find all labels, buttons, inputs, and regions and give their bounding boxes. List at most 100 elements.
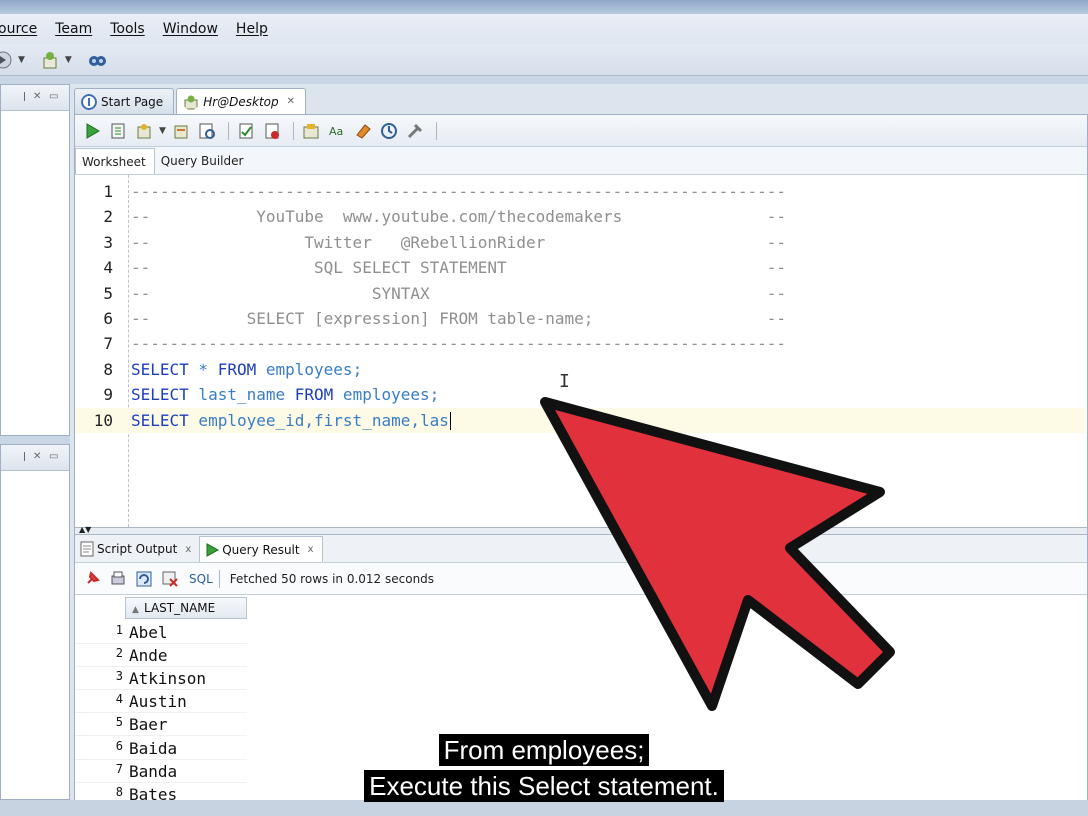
fetch-status: Fetched 50 rows in 0.012 seconds <box>229 571 435 586</box>
row-number: 1 <box>115 623 123 637</box>
row-number: 5 <box>115 715 123 730</box>
cell-last-name: Austin <box>129 692 187 712</box>
close-icon[interactable]: ✕ <box>33 451 41 462</box>
toolbar-separator <box>218 569 220 588</box>
tab-query-result[interactable]: Query Result x <box>199 536 323 562</box>
tab-worksheet[interactable]: Worksheet <box>75 148 155 174</box>
tab-start-page[interactable]: Start Page <box>74 88 175 114</box>
sql-link[interactable]: SQL <box>189 572 213 586</box>
table-row[interactable]: 3 Atkinson <box>75 667 247 691</box>
unshared-worksheet-icon[interactable] <box>378 120 400 142</box>
close-icon[interactable]: x <box>185 544 191 555</box>
subtitle-text: Execute this Select statement. <box>364 770 724 802</box>
code-line[interactable]: 7 ---------------------------------------… <box>75 331 1085 356</box>
code-text: -- YouTube www.youtube.com/thecodemakers… <box>131 207 787 227</box>
code-text: ----------------------------------------… <box>131 182 787 201</box>
code-line[interactable]: 1 ---------------------------------------… <box>75 179 1085 204</box>
close-icon[interactable]: ✕ <box>33 91 41 102</box>
menu-source[interactable]: ource <box>0 21 46 37</box>
code-editor[interactable]: 1 ---------------------------------------… <box>75 175 1087 527</box>
worksheet-toolbar: ▼ Aa <box>75 115 1087 147</box>
line-number: 10 <box>93 410 113 430</box>
close-icon[interactable]: x <box>308 544 314 555</box>
title-bar <box>0 0 1088 14</box>
status-bar <box>0 800 1088 816</box>
line-number: 2 <box>103 207 113 227</box>
main-toolbar: ▼ ▼ <box>0 44 1088 76</box>
output-tabs: Script Output x Query Result x <box>75 535 1087 563</box>
column-header-last-name[interactable]: ▲ LAST_NAME <box>125 597 247 619</box>
text-cursor-icon: I <box>559 371 570 392</box>
code-line[interactable]: 5 -- SYNTAX -- <box>75 281 1085 306</box>
panel-header: ǀ ✕ ▭ <box>1 85 69 111</box>
tools-icon[interactable] <box>404 120 426 142</box>
worksheet-subtabs: Worksheet Query Builder <box>75 147 1087 175</box>
run-script-icon[interactable] <box>107 120 129 142</box>
minimize-icon[interactable]: ▭ <box>49 91 58 102</box>
query-result-icon <box>206 542 220 557</box>
chevron-down-icon[interactable]: ▼ <box>65 55 72 65</box>
table-row[interactable]: 2 Ande <box>75 644 247 668</box>
code-text: -- SELECT [expression] FROM table-name; … <box>131 309 787 328</box>
connections-panel: ǀ ✕ ▭ <box>0 84 70 436</box>
tab-label: Script Output <box>97 542 178 556</box>
chevron-down-icon[interactable]: ▼ <box>159 126 166 136</box>
run-statement-icon[interactable] <box>81 120 103 142</box>
clear-icon[interactable] <box>261 120 283 142</box>
code-text: SELECT employee_id,first_name,las <box>131 410 451 431</box>
collapse-arrows-icon[interactable]: ▲▼ <box>79 525 91 534</box>
code-text: -- SYNTAX -- <box>131 283 787 303</box>
eraser-icon[interactable] <box>352 120 374 142</box>
menu-tools[interactable]: Tools <box>101 21 154 37</box>
minimize-icon[interactable]: ▭ <box>49 451 58 462</box>
panel-splitter[interactable]: ▲▼ <box>75 525 1087 535</box>
tab-label: Hr@Desktop <box>203 94 279 109</box>
monitor-icon[interactable] <box>86 49 108 71</box>
sql-tool-icon[interactable] <box>39 49 61 71</box>
rollback-icon[interactable] <box>170 120 192 142</box>
sql-history-icon[interactable] <box>300 120 322 142</box>
code-line[interactable]: 4 -- SQL SELECT STATEMENT -- <box>75 255 1085 280</box>
menu-team[interactable]: Team <box>46 21 101 37</box>
pin-icon[interactable] <box>81 568 103 590</box>
panel-header: ǀ ✕ ▭ <box>1 445 69 471</box>
code-line[interactable]: 2 -- YouTube www.youtube.com/thecodemaker… <box>75 204 1085 229</box>
sql-worksheet-icon <box>184 95 198 109</box>
format-icon[interactable]: Aa <box>326 120 348 142</box>
menu-window[interactable]: Window <box>154 21 227 37</box>
row-number: 3 <box>115 669 123 684</box>
pin-icon[interactable]: ǀ <box>23 91 26 102</box>
cancel-fetch-icon[interactable] <box>159 568 181 590</box>
editor-frame: Start Page Hr@Desktop ✕ ▼ Aa Worksheet Q… <box>70 84 1088 816</box>
document-tabs: Start Page Hr@Desktop ✕ <box>74 86 308 114</box>
table-row[interactable]: 1 Abel <box>75 621 247 644</box>
tab-script-output[interactable]: Script Output x <box>75 536 199 562</box>
line-number: 7 <box>103 334 113 354</box>
chevron-down-icon[interactable]: ▼ <box>18 55 25 65</box>
table-row[interactable]: 5 Baer <box>75 713 247 737</box>
toolbar-separator <box>227 121 229 140</box>
autotrace-icon[interactable] <box>235 120 257 142</box>
menu-help[interactable]: Help <box>227 21 277 37</box>
code-text: -- Twitter @RebellionRider -- <box>131 232 787 252</box>
code-line[interactable]: 10 SELECT employee_id,first_name,las <box>75 407 1085 433</box>
tab-hr-desktop[interactable]: Hr@Desktop ✕ <box>176 88 307 114</box>
code-line[interactable]: 3 -- Twitter @RebellionRider -- <box>75 230 1085 255</box>
close-icon[interactable]: ✕ <box>287 96 295 107</box>
caret <box>449 412 451 431</box>
refresh-icon[interactable] <box>133 568 155 590</box>
code-line[interactable]: 8 SELECT * FROM employees; <box>75 357 1085 382</box>
pin-icon[interactable]: ǀ <box>23 451 26 462</box>
tab-query-builder[interactable]: Query Builder <box>155 148 252 174</box>
worksheet-panel: ▼ Aa Worksheet Query Builder 1 ----------… <box>74 114 1088 816</box>
subtitle-line-1: From employees; <box>0 734 1088 766</box>
line-number: 1 <box>103 182 113 201</box>
commit-icon[interactable] <box>133 120 155 142</box>
print-icon[interactable] <box>107 568 129 590</box>
table-row[interactable]: 4 Austin <box>75 690 247 714</box>
code-line[interactable]: 9 SELECT last_name FROM employees; <box>75 382 1085 407</box>
code-line[interactable]: 6 -- SELECT [expression] FROM table-name;… <box>75 306 1085 331</box>
explain-plan-icon[interactable] <box>196 120 218 142</box>
subtitle-text: From employees; <box>438 734 650 766</box>
forward-icon[interactable] <box>0 49 14 71</box>
